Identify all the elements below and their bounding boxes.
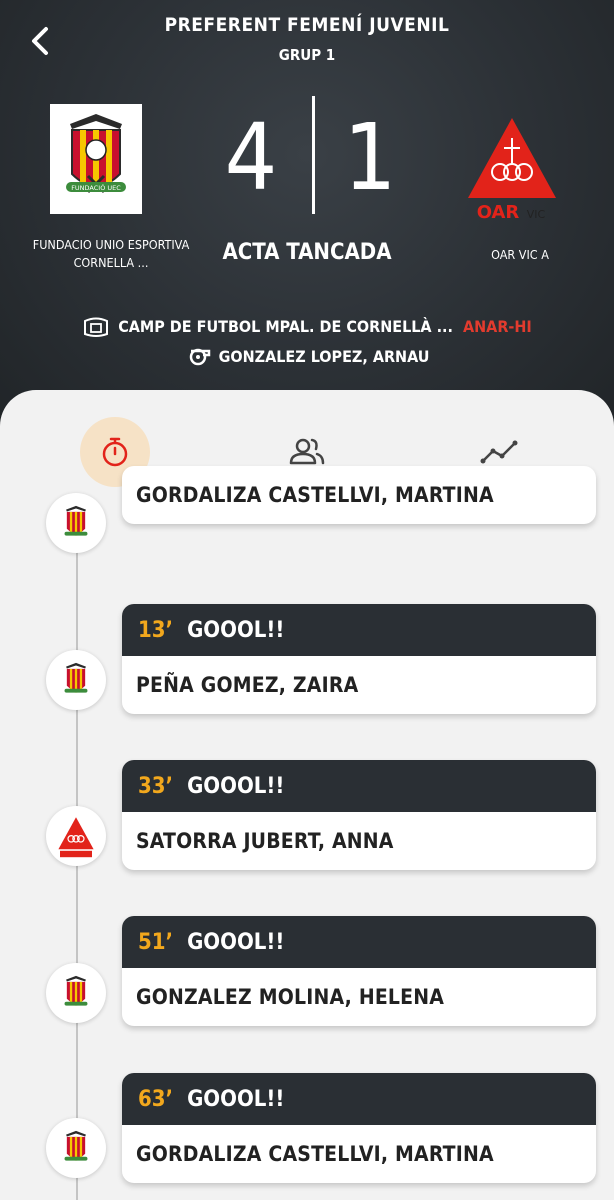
referee-name: GONZALEZ LOPEZ, ARNAU [218,346,430,366]
event-card[interactable]: 63’ GOOOL!! GORDALIZA CASTELLVI, MARTINA [122,1073,596,1183]
away-logo-text-sub: VIC [527,208,546,220]
event-card[interactable]: 33’ GOOOL!! SATORRA JUBERT, ANNA [122,760,596,870]
event-player: GORDALIZA CASTELLVI, MARTINA [136,1142,494,1166]
home-crest-icon [64,662,88,693]
event-player: GORDALIZA CASTELLVI, MARTINA [136,483,494,507]
competition-group: GRUP 1 [278,46,336,64]
event-label: GOOOL!! [187,929,285,955]
home-team-name[interactable]: FUNDACIO UNIO ESPORTIVA CORNELLA ... [30,236,192,272]
match-status: ACTA TANCADA [222,240,392,265]
event-label: GOOOL!! [187,617,285,643]
away-team-badge [46,806,106,866]
event-player: SATORRA JUBERT, ANNA [136,829,394,853]
away-team-logo[interactable]: OAR VIC [466,110,558,220]
event-header: 33’ GOOOL!! [122,760,596,812]
event-minute: 51’ [138,929,174,955]
event-label: GOOOL!! [187,1086,285,1112]
home-score: 4 [224,104,278,211]
event-card[interactable]: 51’ GOOOL!! GONZALEZ MOLINA, HELENA [122,916,596,1026]
stopwatch-icon [102,437,128,467]
away-score: 1 [343,104,397,211]
score-divider [312,96,315,214]
event-card[interactable]: GORDALIZA CASTELLVI, MARTINA [122,466,596,524]
event-header: 13’ GOOOL!! [122,604,596,656]
event-card[interactable]: 13’ GOOOL!! PEÑA GOMEZ, ZAIRA [122,604,596,714]
venue-row: CAMP DE FUTBOL MPAL. DE CORNELLÀ ... ANA… [0,314,614,338]
home-team-badge [46,963,106,1023]
away-team-name[interactable]: OAR VIC A [465,246,575,264]
event-header: 51’ GOOOL!! [122,916,596,968]
whistle-icon [189,348,210,366]
away-crest-icon [58,817,94,858]
event-player: GONZALEZ MOLINA, HELENA [136,985,445,1009]
referee-row: GONZALEZ LOPEZ, ARNAU [0,346,614,366]
home-team-badge [46,650,106,710]
home-logo-text: FUNDACIÓ UEC [71,183,121,192]
event-header: 63’ GOOOL!! [122,1073,596,1125]
event-label: GOOOL!! [187,773,285,799]
people-icon [289,438,325,465]
event-player: PEÑA GOMEZ, ZAIRA [136,673,359,697]
home-team-logo[interactable]: FUNDACIÓ UEC [50,104,142,214]
home-team-badge [46,493,106,553]
stadium-icon [84,317,109,337]
event-minute: 13’ [138,617,174,643]
directions-link[interactable]: ANAR-HI [463,317,532,336]
event-minute: 33’ [138,773,174,799]
home-team-badge [46,1118,106,1178]
event-minute: 63’ [138,1086,174,1112]
events-panel: GORDALIZA CASTELLVI, MARTINA 13’ GOOOL!!… [0,390,614,1200]
venue-name: CAMP DE FUTBOL MPAL. DE CORNELLÀ ... [118,316,453,336]
home-crest-icon [64,975,88,1006]
home-crest-icon [64,1130,88,1161]
match-header: PREFERENT FEMENÍ JUVENIL GRUP 1 FUNDACIÓ… [0,0,614,440]
competition-title: PREFERENT FEMENÍ JUVENIL [164,14,450,36]
away-logo-text-main: OAR [477,202,520,220]
trend-icon [480,440,518,464]
home-crest-icon [64,505,88,536]
timeline-line [76,540,78,1200]
